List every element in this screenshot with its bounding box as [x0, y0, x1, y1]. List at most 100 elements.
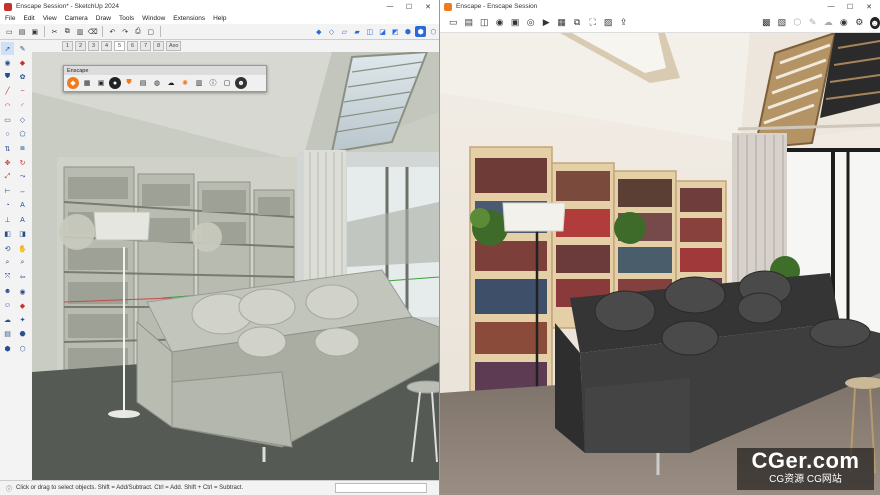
sandbox-icon[interactable]: ◆ — [16, 299, 29, 312]
iso-view-icon[interactable]: ◆ — [313, 26, 324, 37]
menu-tools[interactable]: Tools — [119, 15, 134, 22]
rectangle-tool-icon[interactable]: ▭ — [1, 113, 14, 126]
scene-tab-2[interactable]: 2 — [75, 41, 86, 51]
account-icon[interactable]: ☻ — [869, 16, 880, 29]
sync-views-icon[interactable]: ▣ — [95, 77, 107, 89]
measurements-box[interactable] — [335, 483, 427, 493]
scene-tab-5[interactable]: 5 — [114, 41, 125, 51]
extension-warehouse-icon[interactable]: ✦ — [16, 314, 29, 327]
preview-eye-icon[interactable]: ◉ — [839, 17, 849, 29]
new-file-icon[interactable]: ▭ — [4, 26, 15, 37]
upload-icon[interactable]: ⇪ — [618, 17, 628, 29]
solid-tools-icon[interactable]: ⬣ — [16, 328, 29, 341]
video-icon[interactable]: ▶ — [541, 17, 551, 29]
pen-tool-icon[interactable]: ✎ — [808, 17, 818, 29]
visual-settings-icon[interactable]: ✺ — [179, 77, 191, 89]
scene-tab-axo[interactable]: Axo — [166, 41, 182, 51]
zoom-extents-icon[interactable]: ⤧ — [1, 271, 14, 284]
axes-tool-icon[interactable]: ⊥ — [1, 214, 14, 227]
offset-tool-icon[interactable]: ⧈ — [16, 142, 29, 155]
component-icon[interactable]: ✿ — [16, 71, 29, 84]
visibility-icon[interactable]: ◉ — [494, 17, 504, 29]
scene-tab-1[interactable]: 1 — [62, 41, 73, 51]
menu-help[interactable]: Help — [213, 15, 226, 22]
paste-icon[interactable]: ▥ — [75, 26, 86, 37]
export-image-icon[interactable]: ▨ — [603, 17, 613, 29]
intersect-icon[interactable]: ⬡ — [16, 342, 29, 355]
menu-camera[interactable]: Camera — [65, 15, 88, 22]
left-view-icon[interactable]: ◪ — [377, 26, 388, 37]
orbit-tool-icon[interactable]: ⟲ — [1, 242, 14, 255]
monochrome-style-icon[interactable]: ⬡ — [428, 26, 439, 37]
select-tool-icon[interactable]: ➚ — [1, 42, 14, 55]
menu-view[interactable]: View — [43, 15, 57, 22]
views-icon[interactable]: ▣ — [510, 17, 520, 29]
zoom-tool-icon[interactable]: ⌕ — [1, 256, 14, 269]
two-point-arc-icon[interactable]: ◜ — [16, 99, 29, 112]
position-camera-icon[interactable]: ☻ — [1, 285, 14, 298]
tag-tool-icon[interactable]: ⛊ — [1, 71, 14, 84]
circle-tool-icon[interactable]: ○ — [1, 128, 14, 141]
copy-icon[interactable]: ⧉ — [62, 26, 73, 37]
follow-me-icon[interactable]: ⤳ — [16, 171, 29, 184]
scene-tab-3[interactable]: 3 — [88, 41, 99, 51]
dimension-icon[interactable]: ↔ — [16, 185, 29, 198]
material-editor-icon[interactable]: ◍ — [151, 77, 163, 89]
scene-tab-7[interactable]: 7 — [140, 41, 151, 51]
line-tool-icon[interactable]: ╱ — [1, 85, 14, 98]
menu-file[interactable]: File — [5, 15, 15, 22]
enscape-render-view[interactable] — [440, 33, 880, 495]
pan-tool-icon[interactable]: ✋ — [16, 242, 29, 255]
view-management-icon[interactable]: ▭ — [448, 17, 458, 29]
previous-view-icon[interactable]: ⇦ — [16, 271, 29, 284]
enscape-floating-toolbar[interactable]: Enscape ◆ ▦ ▣ ● ⛊ ▤ ◍ ☁ ✺ ▥ ⓘ ▢ ☻ — [63, 65, 267, 92]
text-tool-icon[interactable]: A — [16, 199, 29, 212]
top-view-icon[interactable]: ◇ — [326, 26, 337, 37]
info-icon[interactable]: ⓘ — [207, 77, 219, 89]
paint-bucket-icon[interactable]: ◉ — [1, 56, 14, 69]
polygon-tool-icon[interactable]: ⬠ — [16, 128, 29, 141]
arc-tool-icon[interactable]: ◠ — [1, 99, 14, 112]
sketchup-viewport[interactable] — [32, 52, 439, 480]
save-icon[interactable]: ▣ — [29, 26, 40, 37]
menu-edit[interactable]: Edit — [23, 15, 34, 22]
asset-library-icon[interactable]: ▤ — [137, 77, 149, 89]
print-icon[interactable]: ⎙ — [133, 26, 144, 37]
atmosphere-icon[interactable]: ☁ — [823, 17, 833, 29]
section-plane-icon[interactable]: ◧ — [1, 228, 14, 241]
enscape-minimize-button[interactable]: — — [822, 0, 840, 13]
capture-icon[interactable]: ● — [109, 77, 121, 89]
feedback-icon[interactable]: ▢ — [221, 77, 233, 89]
menu-window[interactable]: Window — [142, 15, 165, 22]
warehouse-icon[interactable]: ☁ — [1, 314, 14, 327]
right-view-icon[interactable]: ▰ — [352, 26, 363, 37]
materials-icon[interactable]: ◫ — [479, 17, 489, 29]
scale-tool-icon[interactable]: ⤢ — [1, 171, 14, 184]
cut-icon[interactable]: ✂ — [49, 26, 60, 37]
back-view-icon[interactable]: ◫ — [364, 26, 375, 37]
asset-library-icon[interactable]: ▤ — [463, 17, 473, 29]
walk-tool-icon[interactable]: ☺ — [1, 299, 14, 312]
move-tool-icon[interactable]: ✥ — [1, 156, 14, 169]
section-fill-icon[interactable]: ◨ — [16, 228, 29, 241]
shaded-style-icon[interactable]: ⬢ — [403, 26, 414, 37]
status-info-icon[interactable]: ⓘ — [6, 484, 12, 493]
cube-icon[interactable]: ⬡ — [792, 17, 802, 29]
upload-cloud-icon[interactable]: ☁ — [165, 77, 177, 89]
enscape-close-button[interactable]: ✕ — [860, 0, 878, 13]
batch-render-icon[interactable]: ▥ — [193, 77, 205, 89]
fullscreen-icon[interactable]: ⛶ — [587, 17, 597, 29]
undo-icon[interactable]: ↶ — [107, 26, 118, 37]
panorama-icon[interactable]: ▦ — [556, 17, 566, 29]
zoom-window-icon[interactable]: ⌕ — [16, 256, 29, 269]
outer-shell-icon[interactable]: ⬢ — [1, 342, 14, 355]
redo-icon[interactable]: ↷ — [120, 26, 131, 37]
scene-tab-8[interactable]: 8 — [153, 41, 164, 51]
textured-style-icon[interactable]: ⬢ — [415, 26, 427, 37]
visual-settings-icon[interactable]: ⚙ — [854, 17, 864, 29]
3d-text-icon[interactable]: A — [16, 214, 29, 227]
account-icon[interactable]: ☻ — [235, 77, 247, 89]
look-around-icon[interactable]: ◉ — [16, 285, 29, 298]
protractor-icon[interactable]: ◔ — [1, 199, 14, 212]
render-image-icon[interactable]: ▩ — [761, 17, 771, 29]
